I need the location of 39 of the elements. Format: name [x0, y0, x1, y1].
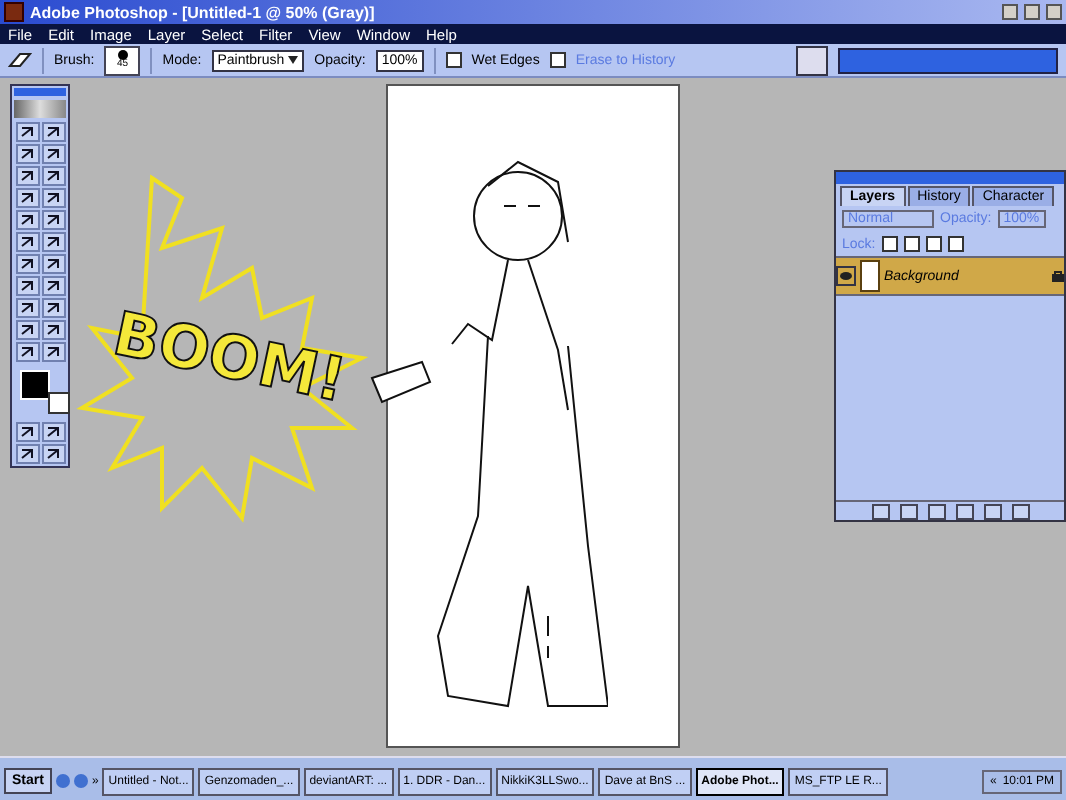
tool-button[interactable]: [15, 342, 39, 362]
tool-button[interactable]: [15, 254, 39, 274]
tool-button[interactable]: [15, 298, 39, 318]
app-icon: [4, 2, 24, 22]
tool-button[interactable]: [15, 122, 39, 142]
tool-button[interactable]: [41, 210, 65, 230]
tool-button[interactable]: [41, 166, 65, 186]
tool-button[interactable]: [15, 320, 39, 340]
tool-button[interactable]: [41, 342, 65, 362]
tool-button[interactable]: [15, 210, 39, 230]
tool-button[interactable]: [15, 232, 39, 252]
close-button[interactable]: [1046, 4, 1062, 20]
tool-button[interactable]: [41, 122, 65, 142]
tool-button[interactable]: [41, 422, 65, 442]
maximize-button[interactable]: [1024, 4, 1040, 20]
tool-button[interactable]: [15, 444, 39, 464]
layer-thumbnail: [860, 260, 880, 292]
tool-button[interactable]: [15, 188, 39, 208]
tool-button[interactable]: [15, 166, 39, 186]
tool-button[interactable]: [41, 144, 65, 164]
checkbox[interactable]: [445, 52, 462, 68]
tool-button[interactable]: [41, 232, 65, 252]
tool-button[interactable]: [41, 320, 65, 340]
minimize-button[interactable]: [1002, 4, 1018, 20]
tool-button[interactable]: [15, 422, 39, 442]
visibility-icon[interactable]: [836, 266, 856, 286]
logo-icon: [14, 100, 66, 118]
tool-button[interactable]: [41, 298, 65, 318]
tool-button[interactable]: [41, 444, 65, 464]
tool-button[interactable]: [15, 276, 39, 296]
brush-palette-button[interactable]: [796, 45, 828, 75]
foreground-color-swatch[interactable]: [20, 370, 50, 400]
tool-button[interactable]: [41, 254, 65, 274]
tool-button[interactable]: [41, 188, 65, 208]
background-color-swatch[interactable]: [48, 392, 70, 414]
caret-icon: [288, 55, 299, 63]
window-title: Adobe Photoshop - [Untitled-1 @ 50% (Gray)]: [30, 3, 377, 21]
tool-button[interactable]: [41, 276, 65, 296]
tool-button[interactable]: [15, 144, 39, 164]
